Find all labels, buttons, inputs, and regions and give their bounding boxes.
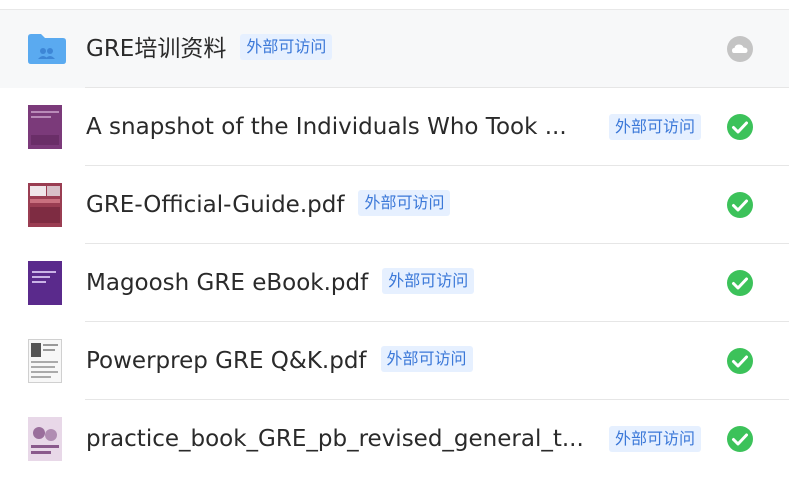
file-name-text: A snapshot of the Individuals Who Took .… bbox=[86, 114, 567, 140]
file-name[interactable]: Powerprep GRE Q&K.pdf 外部可访问 bbox=[86, 322, 473, 400]
file-name[interactable]: practice_book_GRE_pb_revised_general_t..… bbox=[86, 400, 584, 478]
file-name-text: practice_book_GRE_pb_revised_general_t..… bbox=[86, 426, 584, 452]
pdf-thumbnail bbox=[28, 105, 62, 149]
file-row[interactable]: GRE-Official-Guide.pdf 外部可访问 bbox=[0, 166, 789, 244]
external-access-tag: 外部可访问 bbox=[382, 267, 475, 294]
file-name-text: GRE-Official-Guide.pdf bbox=[86, 192, 345, 218]
synced-check-icon[interactable] bbox=[726, 191, 754, 219]
file-name-text: Magoosh GRE eBook.pdf bbox=[86, 270, 369, 296]
folder-icon bbox=[28, 34, 66, 64]
cloud-icon[interactable] bbox=[726, 35, 754, 63]
file-row[interactable]: A snapshot of the Individuals Who Took .… bbox=[0, 88, 789, 166]
synced-check-icon[interactable] bbox=[726, 269, 754, 297]
file-name-text: Powerprep GRE Q&K.pdf bbox=[86, 348, 367, 374]
file-row-folder[interactable]: GRE培训资料 外部可访问 bbox=[0, 10, 789, 88]
synced-check-icon[interactable] bbox=[726, 425, 754, 453]
file-name[interactable]: GRE培训资料 外部可访问 bbox=[86, 10, 333, 88]
file-row[interactable]: Powerprep GRE Q&K.pdf 外部可访问 bbox=[0, 322, 789, 400]
external-access-tag: 外部可访问 bbox=[240, 33, 333, 60]
file-name[interactable]: Magoosh GRE eBook.pdf 外部可访问 bbox=[86, 244, 475, 322]
file-list: GRE培训资料 外部可访问 A snapshot of the Individua… bbox=[0, 0, 789, 488]
file-name[interactable]: A snapshot of the Individuals Who Took .… bbox=[86, 88, 567, 166]
pdf-thumbnail bbox=[28, 261, 62, 305]
pdf-thumbnail bbox=[28, 417, 62, 461]
external-access-tag: 外部可访问 bbox=[358, 189, 451, 216]
file-name-text: GRE培训资料 bbox=[86, 36, 227, 62]
external-access-tag: 外部可访问 bbox=[609, 426, 702, 452]
pdf-thumbnail bbox=[28, 339, 62, 383]
synced-check-icon[interactable] bbox=[726, 113, 754, 141]
external-access-tag: 外部可访问 bbox=[380, 345, 473, 372]
synced-check-icon[interactable] bbox=[726, 347, 754, 375]
file-row[interactable]: Magoosh GRE eBook.pdf 外部可访问 bbox=[0, 244, 789, 322]
external-access-tag: 外部可访问 bbox=[609, 114, 702, 140]
file-name[interactable]: GRE-Official-Guide.pdf 外部可访问 bbox=[86, 166, 451, 244]
file-row[interactable]: practice_book_GRE_pb_revised_general_t..… bbox=[0, 400, 789, 478]
pdf-thumbnail bbox=[28, 183, 62, 227]
